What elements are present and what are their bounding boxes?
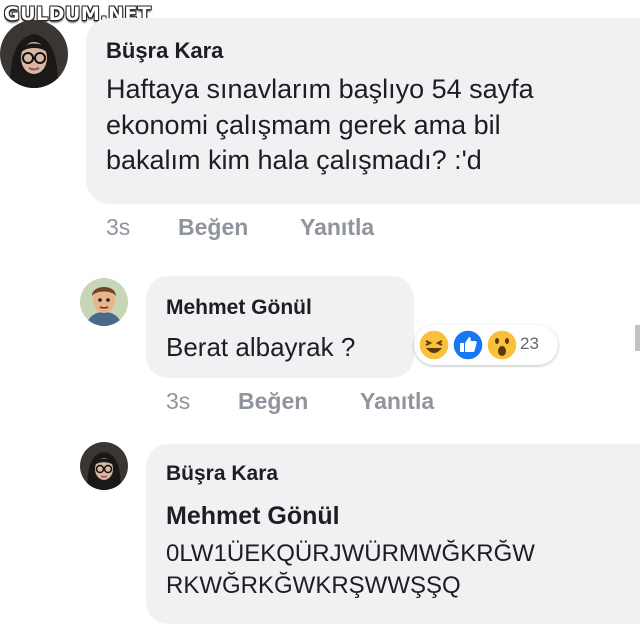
reply-button[interactable]: Yanıtla xyxy=(300,214,374,241)
comment-thread: GULDUM.NET Büşra Kara Haftaya sınavlarım… xyxy=(0,0,640,640)
comment-author[interactable]: Mehmet Gönül xyxy=(166,296,312,320)
comment-line: Haftaya sınavlarım başlıyo 54 sayfa xyxy=(106,74,534,104)
wow-icon xyxy=(486,329,518,361)
comment-line: 0LW1ÜEKQÜRJWÜRMWĞKRĞW xyxy=(166,540,535,567)
comment-timestamp[interactable]: 3s xyxy=(166,388,190,415)
avatar-busra-kara[interactable] xyxy=(80,442,128,490)
profile-photo-woman-glasses-icon xyxy=(0,20,68,88)
haha-icon xyxy=(418,329,450,361)
comment-line: RKWĞRKĞWKRŞWWŞŞQ xyxy=(166,571,461,599)
profile-photo-cartoon-man-icon xyxy=(80,278,128,326)
avatar-mehmet-gonul[interactable] xyxy=(80,278,128,326)
profile-photo-woman-glasses-icon xyxy=(80,442,128,490)
like-button[interactable]: Beğen xyxy=(178,214,248,241)
like-icon xyxy=(452,329,484,361)
comment-text: 0LW1ÜEKQÜRJWÜRMWĞKRĞW RKWĞRKĞWKRŞWWŞŞQ xyxy=(166,538,535,601)
reactions-summary[interactable]: 23 xyxy=(414,325,558,365)
comment-line: bakalım kim hala çalışmadı? :'d xyxy=(106,145,482,176)
scroll-indicator xyxy=(635,325,640,351)
mention-tag[interactable]: Mehmet Gönül xyxy=(166,500,340,533)
reply-button[interactable]: Yanıtla xyxy=(360,388,434,415)
comment-timestamp[interactable]: 3s xyxy=(106,214,130,241)
comment-line: ekonomi çalışmam gerek ama bil xyxy=(106,109,501,140)
comment-author[interactable]: Büşra Kara xyxy=(166,462,278,486)
comment-text: Haftaya sınavlarım başlıyo 54 sayfa ekon… xyxy=(106,72,534,179)
comment-text: Berat albayrak ? xyxy=(166,332,356,362)
avatar-busra-kara[interactable] xyxy=(0,20,68,88)
like-button[interactable]: Beğen xyxy=(238,388,308,415)
comment-author[interactable]: Büşra Kara xyxy=(106,38,223,64)
reaction-count: 23 xyxy=(520,334,539,353)
